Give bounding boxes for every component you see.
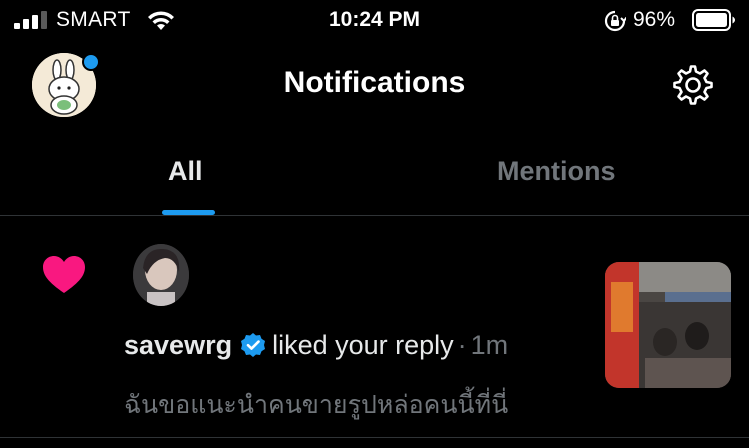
media-thumbnail[interactable] <box>605 262 731 388</box>
status-bar: SMART 10:24 PM 96% <box>0 0 749 40</box>
gear-icon[interactable] <box>670 62 716 108</box>
divider <box>0 437 749 438</box>
battery-percent: 96% <box>633 8 676 31</box>
notification-text: savewrg liked your reply · 1m <box>124 330 508 361</box>
tab-all[interactable]: All <box>168 156 203 187</box>
timestamp: 1m <box>470 330 509 360</box>
separator-dot: · <box>457 330 467 360</box>
verified-badge-icon <box>241 333 266 357</box>
rotation-lock-icon <box>604 10 626 32</box>
user-photo <box>133 244 189 306</box>
reply-preview-text: ฉันขอแนะนำคนขายรูปหล่อคนนี้ที่นี่ <box>124 391 509 419</box>
page-title: Notifications <box>283 66 466 99</box>
heart-icon <box>43 256 85 293</box>
notification-action: liked your reply <box>272 330 454 360</box>
battery-icon <box>692 9 735 31</box>
divider <box>0 215 749 216</box>
thumbnail-photo <box>605 262 731 388</box>
user-avatar[interactable] <box>133 244 189 306</box>
username[interactable]: savewrg <box>124 330 232 360</box>
tab-mentions[interactable]: Mentions <box>497 156 616 187</box>
